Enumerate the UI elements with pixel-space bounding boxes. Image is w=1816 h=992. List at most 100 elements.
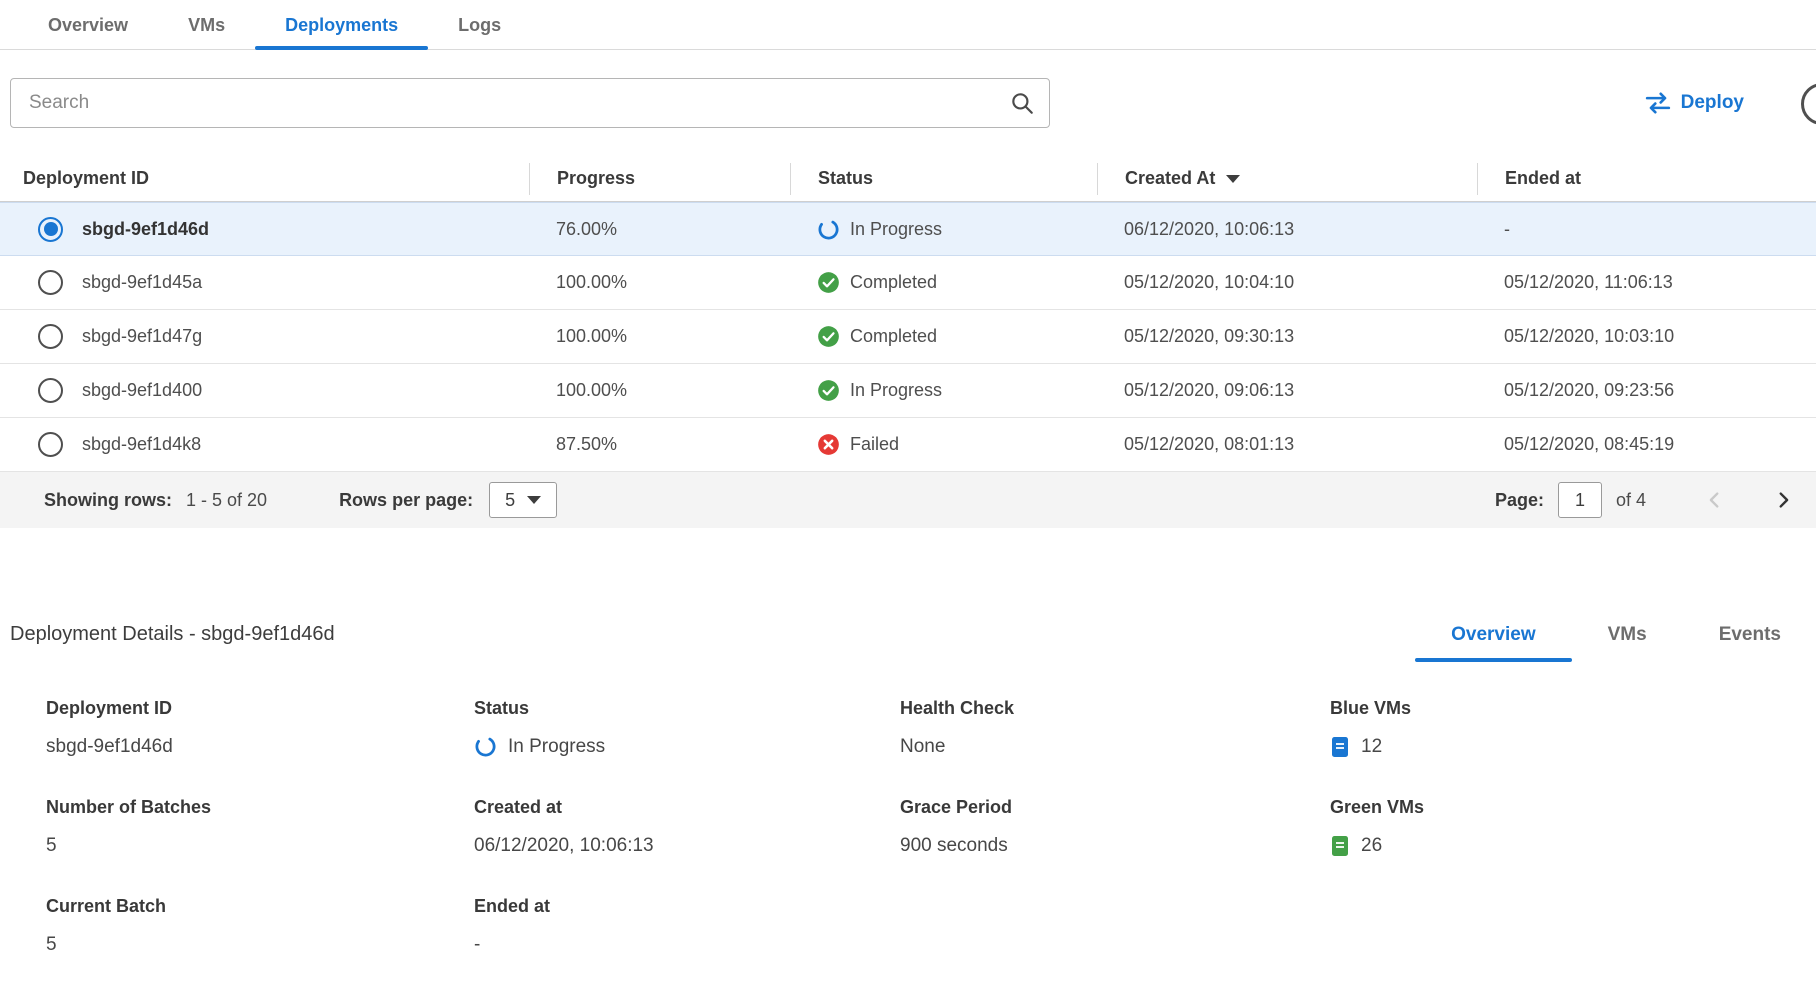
previous-page-button[interactable] xyxy=(1700,485,1730,515)
details-tab-overview[interactable]: Overview xyxy=(1415,614,1572,662)
sort-desc-icon[interactable] xyxy=(1226,175,1240,183)
row-radio[interactable] xyxy=(38,324,63,349)
tab-vms[interactable]: VMs xyxy=(158,2,255,49)
field-label: Health Check xyxy=(900,698,1330,719)
search-box[interactable] xyxy=(10,78,1050,128)
field-value: In Progress xyxy=(508,736,605,758)
field-value: 12 xyxy=(1361,736,1382,758)
field-value: 5 xyxy=(46,833,474,858)
field-label: Number of Batches xyxy=(46,797,474,818)
details-tab-events[interactable]: Events xyxy=(1683,614,1793,662)
field-value: 26 xyxy=(1361,835,1382,857)
field-empty xyxy=(1330,896,1793,957)
details-tab-vms[interactable]: VMs xyxy=(1572,614,1683,662)
created-at-value: 05/12/2020, 09:30:13 xyxy=(1097,326,1477,347)
search-input[interactable] xyxy=(11,92,1009,114)
details-fields-grid: Deployment ID sbgd-9ef1d46d Status In Pr… xyxy=(10,698,1793,957)
next-page-button[interactable] xyxy=(1768,485,1798,515)
field-label: Green VMs xyxy=(1330,797,1793,818)
dropdown-caret-icon xyxy=(527,496,541,504)
field-label: Current Batch xyxy=(46,896,474,917)
table-row[interactable]: sbgd-9ef1d4k8 87.50% Failed 05/12/2020, … xyxy=(0,418,1816,472)
column-label: Ended at xyxy=(1505,168,1581,189)
field-ended-at: Ended at - xyxy=(474,896,900,957)
row-radio-selected[interactable] xyxy=(38,217,63,242)
status-label: Failed xyxy=(850,434,899,455)
field-value: 900 seconds xyxy=(900,833,1330,858)
column-ended-at[interactable]: Ended at xyxy=(1477,163,1816,195)
field-green-vms: Green VMs 26 xyxy=(1330,797,1793,858)
ended-at-value: 05/12/2020, 09:23:56 xyxy=(1477,380,1816,401)
row-radio[interactable] xyxy=(38,378,63,403)
table-row[interactable]: sbgd-9ef1d400 100.00% In Progress 05/12/… xyxy=(0,364,1816,418)
deployment-id-value: sbgd-9ef1d45a xyxy=(82,272,202,293)
field-label: Created at xyxy=(474,797,900,818)
table-row[interactable]: sbgd-9ef1d46d 76.00% In Progress 06/12/2… xyxy=(0,202,1816,256)
progress-value: 100.00% xyxy=(529,272,790,293)
status-label: In Progress xyxy=(850,219,942,240)
page-controls: Page: of 4 xyxy=(1495,482,1798,518)
field-value: 5 xyxy=(46,932,474,957)
field-label: Ended at xyxy=(474,896,900,917)
column-status[interactable]: Status xyxy=(790,163,1097,195)
row-radio[interactable] xyxy=(38,270,63,295)
status-label: Completed xyxy=(850,326,937,347)
column-label: Deployment ID xyxy=(23,168,149,189)
deployment-id-value: sbgd-9ef1d46d xyxy=(82,219,209,240)
table-row[interactable]: sbgd-9ef1d47g 100.00% Completed 05/12/20… xyxy=(0,310,1816,364)
page-number-input[interactable] xyxy=(1558,482,1602,518)
column-progress[interactable]: Progress xyxy=(529,163,790,195)
search-icon[interactable] xyxy=(1009,90,1035,116)
status-label: Completed xyxy=(850,272,937,293)
showing-rows-label: Showing rows: xyxy=(44,490,172,511)
table-row[interactable]: sbgd-9ef1d45a 100.00% Completed 05/12/20… xyxy=(0,256,1816,310)
field-current-batch: Current Batch 5 xyxy=(46,896,474,957)
column-label: Status xyxy=(818,168,873,189)
created-at-value: 05/12/2020, 09:06:13 xyxy=(1097,380,1477,401)
field-label: Blue VMs xyxy=(1330,698,1793,719)
field-value: None xyxy=(900,734,1330,759)
table-header: Deployment ID Progress Status Created At… xyxy=(0,156,1816,202)
ended-at-value: 05/12/2020, 08:45:19 xyxy=(1477,434,1816,455)
deployments-table: Deployment ID Progress Status Created At… xyxy=(0,156,1816,528)
row-radio[interactable] xyxy=(38,432,63,457)
vm-server-green-icon xyxy=(1330,835,1350,857)
deploy-button[interactable]: Deploy xyxy=(1645,92,1744,114)
field-label: Deployment ID xyxy=(46,698,474,719)
tab-deployments[interactable]: Deployments xyxy=(255,2,428,49)
progress-value: 76.00% xyxy=(529,219,790,240)
page-total: of 4 xyxy=(1616,490,1646,511)
ended-at-value: 05/12/2020, 10:03:10 xyxy=(1477,326,1816,347)
field-deployment-id: Deployment ID sbgd-9ef1d46d xyxy=(46,698,474,759)
rows-per-page-select[interactable]: 5 xyxy=(489,482,557,518)
check-circle-icon xyxy=(817,325,840,348)
field-grace-period: Grace Period 900 seconds xyxy=(900,797,1330,858)
deploy-label: Deploy xyxy=(1681,92,1744,114)
spinner-circle-icon xyxy=(817,218,840,241)
status-label: In Progress xyxy=(850,380,942,401)
check-circle-icon xyxy=(817,271,840,294)
field-number-of-batches: Number of Batches 5 xyxy=(46,797,474,858)
field-blue-vms: Blue VMs 12 xyxy=(1330,698,1793,759)
vm-server-blue-icon xyxy=(1330,736,1350,758)
tab-overview[interactable]: Overview xyxy=(18,2,158,49)
tab-logs[interactable]: Logs xyxy=(428,2,531,49)
column-label: Progress xyxy=(557,168,635,189)
spinner-circle-icon xyxy=(474,735,497,758)
field-label: Status xyxy=(474,698,900,719)
field-value: - xyxy=(474,932,900,957)
field-created-at: Created at 06/12/2020, 10:06:13 xyxy=(474,797,900,858)
column-deployment-id[interactable]: Deployment ID xyxy=(0,163,529,195)
deployment-id-value: sbgd-9ef1d47g xyxy=(82,326,202,347)
column-created-at[interactable]: Created At xyxy=(1097,163,1477,195)
progress-value: 100.00% xyxy=(529,380,790,401)
showing-rows-value: 1 - 5 of 20 xyxy=(186,490,267,511)
deployment-details-section: Deployment Details - sbgd-9ef1d46d Overv… xyxy=(0,614,1816,957)
deployment-id-value: sbgd-9ef1d4k8 xyxy=(82,434,201,455)
ended-at-value: - xyxy=(1477,219,1816,240)
field-value: 06/12/2020, 10:06:13 xyxy=(474,833,900,858)
toolbar: Deploy xyxy=(10,78,1806,128)
details-tab-bar: Overview VMs Events xyxy=(1415,614,1793,662)
rows-per-page-value: 5 xyxy=(505,490,515,511)
progress-value: 87.50% xyxy=(529,434,790,455)
